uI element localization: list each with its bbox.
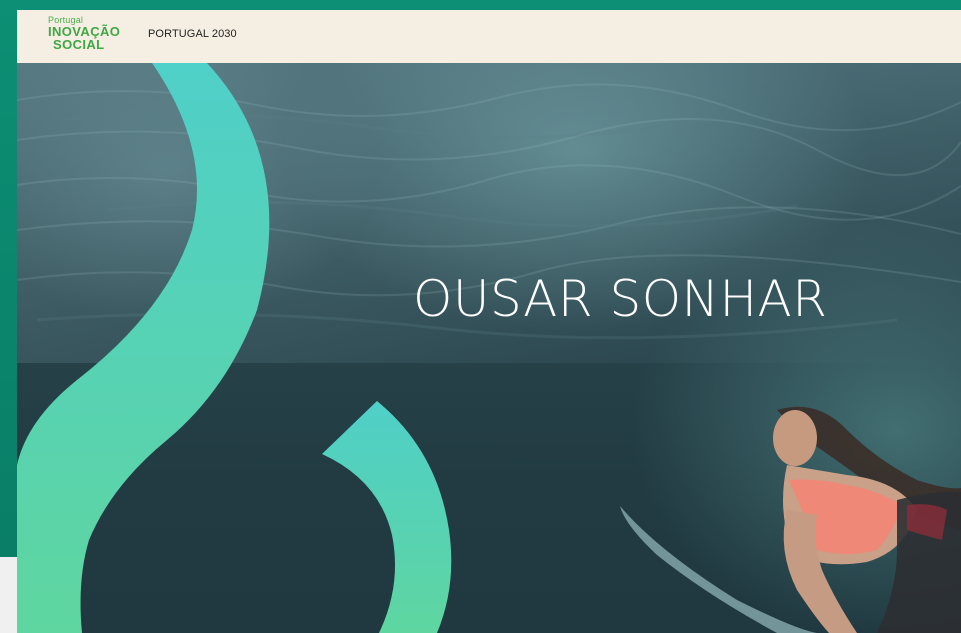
nav-link-portugal-2030[interactable]: PORTUGAL 2030 [148,28,237,40]
site-header: Portugal INOVAÇÃO SOCIAL PORTUGAL 2030 [17,10,961,63]
page: Portugal INOVAÇÃO SOCIAL PORTUGAL 2030 O… [0,0,961,633]
hero-banner: Portugal INOVAÇÃO SOCIAL PORTUGAL 2030 O… [17,10,961,633]
logo-social-text: SOCIAL [53,37,105,52]
hero-title: OUSAR SONHAR [413,270,828,328]
portugal-inovacao-social-logo[interactable]: Portugal INOVAÇÃO SOCIAL [48,16,128,58]
